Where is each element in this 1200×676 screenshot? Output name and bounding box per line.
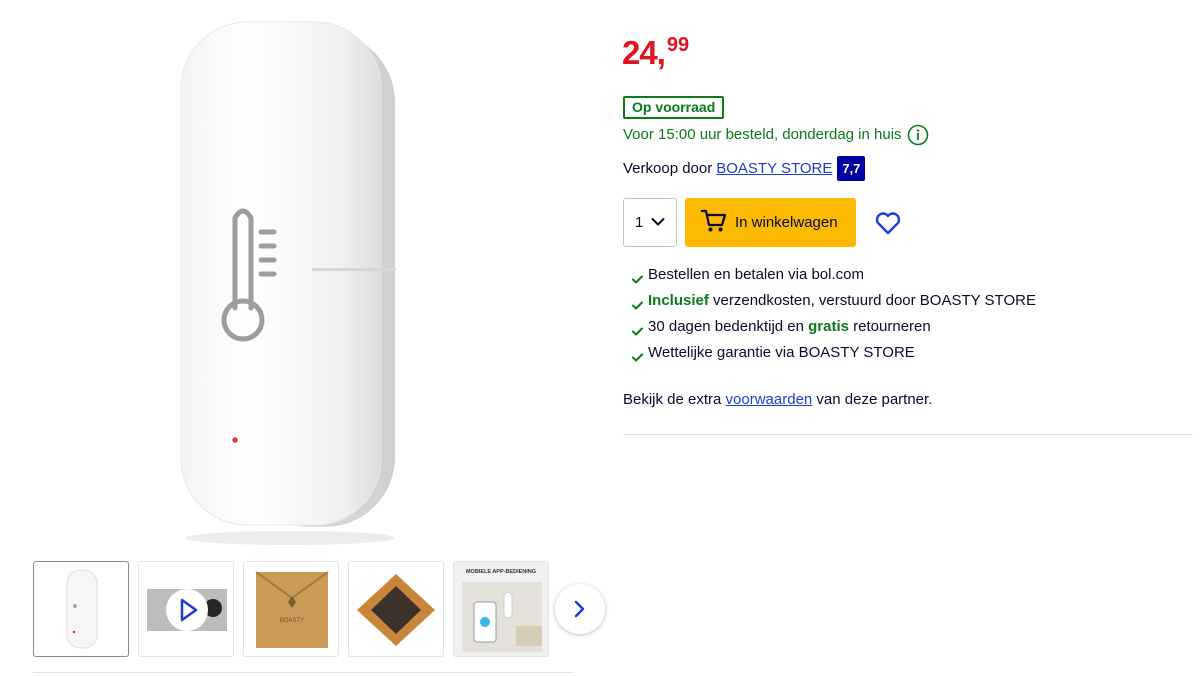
sensor-illustration <box>180 21 396 545</box>
seller-info: Verkoop door BOASTY STORE 7,7 <box>623 156 866 181</box>
stock-badge: Op voorraad <box>623 96 725 119</box>
chevron-down-icon <box>651 214 665 231</box>
price-comma: , <box>656 34 666 71</box>
section-divider <box>623 434 1193 435</box>
add-to-cart-label: In winkelwagen <box>735 214 838 231</box>
wishlist-button[interactable] <box>874 209 902 237</box>
usp-text-part: 30 dagen bedenktijd en <box>648 318 809 335</box>
thumbnail-strip: BOASTY MOBIELE APP-BEDIENING <box>33 561 605 657</box>
thumbnail-next-button[interactable] <box>555 584 605 634</box>
usp-item: Inclusief verzendkosten, verstuurd door … <box>632 291 1036 317</box>
thumbnail-video[interactable] <box>138 561 234 657</box>
usp-text-part: verzendkosten, verstuurd door BOASTY STO… <box>708 292 1036 309</box>
app-caption: MOBIELE APP-BEDIENING <box>466 569 536 575</box>
quantity-value: 1 <box>635 214 644 231</box>
terms-after: van deze partner. <box>812 391 933 408</box>
cart-icon <box>700 209 727 237</box>
usp-highlight: gratis <box>808 318 849 335</box>
delivery-promise: Voor 15:00 uur besteld, donderdag in hui… <box>623 124 929 146</box>
usp-text: Inclusief verzendkosten, verstuurd door … <box>648 291 1036 311</box>
usp-item: Wettelijke garantie via BOASTY STORE <box>632 343 1036 369</box>
price-whole: 24 <box>622 34 658 71</box>
usp-highlight: Inclusief <box>648 292 709 309</box>
usp-text-part: Bestellen en betalen via bol.com <box>648 266 864 283</box>
seller-prefix: Verkoop door <box>623 160 713 177</box>
delivery-text: Voor 15:00 uur besteld, donderdag in hui… <box>623 126 902 143</box>
add-to-cart-button[interactable]: In winkelwagen <box>685 198 856 247</box>
usp-item: Bestellen en betalen via bol.com <box>632 265 1036 291</box>
chevron-right-icon <box>574 600 585 618</box>
thumbnail-packaging[interactable]: BOASTY <box>243 561 339 657</box>
usp-list: Bestellen en betalen via bol.com Inclusie… <box>632 265 1036 369</box>
heart-icon <box>875 212 901 235</box>
check-icon <box>632 348 643 368</box>
thumbnail-pad[interactable] <box>348 561 444 657</box>
gallery-divider <box>33 672 573 673</box>
partner-terms: Bekijk de extra voorwaarden van deze par… <box>623 390 932 410</box>
check-icon <box>632 296 643 316</box>
thumbnail-product[interactable] <box>33 561 129 657</box>
check-icon <box>632 322 643 342</box>
info-circle-icon[interactable] <box>907 124 929 146</box>
usp-item: 30 dagen bedenktijd en gratis retournere… <box>632 317 1036 343</box>
usp-text-part: Wettelijke garantie via BOASTY STORE <box>648 344 915 361</box>
product-price: 24,99 <box>622 34 690 71</box>
thumbnail-app[interactable]: MOBIELE APP-BEDIENING <box>453 561 549 657</box>
main-product-image[interactable] <box>150 18 420 548</box>
usp-text: Wettelijke garantie via BOASTY STORE <box>648 343 915 363</box>
terms-link[interactable]: voorwaarden <box>726 391 813 408</box>
seller-score-badge: 7,7 <box>837 156 866 181</box>
usp-text: Bestellen en betalen via bol.com <box>648 265 864 285</box>
quantity-select[interactable]: 1 <box>623 198 677 247</box>
usp-text-part: retourneren <box>849 318 931 335</box>
terms-before: Bekijk de extra <box>623 391 726 408</box>
packaging-brand: BOASTY <box>280 618 304 624</box>
usp-text: 30 dagen bedenktijd en gratis retournere… <box>648 317 931 337</box>
check-icon <box>632 270 643 290</box>
price-fraction: 99 <box>666 34 690 56</box>
seller-link[interactable]: BOASTY STORE <box>716 156 832 181</box>
